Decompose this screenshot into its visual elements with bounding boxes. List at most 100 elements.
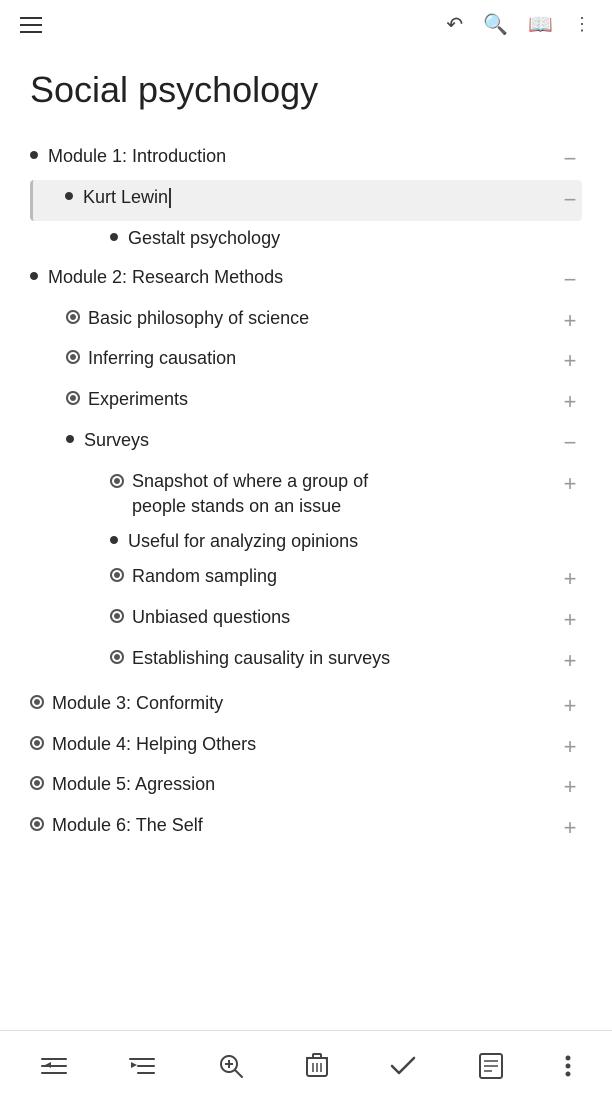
item-label: Module 5: Agression — [52, 772, 215, 797]
item-label: Gestalt psychology — [128, 226, 280, 251]
item-content: Snapshot of where a group ofpeople stand… — [110, 469, 550, 519]
main-content: Social psychology Module 1: Introduction… — [0, 49, 612, 1100]
toolbar-left — [20, 17, 42, 33]
list-item[interactable]: Module 3: Conformity + — [30, 686, 582, 727]
list-item[interactable]: Module 4: Helping Others + — [30, 727, 582, 768]
zoom-in-button[interactable] — [210, 1045, 252, 1087]
item-content: Establishing causality in surveys — [110, 646, 550, 671]
item-content: Module 2: Research Methods — [30, 265, 550, 290]
indent-left-button[interactable] — [33, 1047, 75, 1085]
collapse-button[interactable]: − — [558, 265, 582, 296]
more-icon[interactable]: ⋮ — [573, 14, 592, 35]
list-item[interactable]: Experiments + — [66, 382, 582, 423]
list-item[interactable]: Random sampling + — [110, 559, 582, 600]
bullet-dot-icon — [30, 272, 38, 280]
item-content: Gestalt psychology — [110, 226, 582, 251]
back-icon[interactable]: ↶ — [446, 12, 463, 37]
list-item[interactable]: Inferring causation + — [66, 341, 582, 382]
item-label: Module 1: Introduction — [48, 144, 226, 169]
item-content: Module 6: The Self — [30, 813, 550, 838]
bullet-dot-icon — [110, 536, 118, 544]
expand-button[interactable]: + — [558, 813, 582, 844]
bullet-circle-icon — [110, 474, 124, 488]
bullet-dot-icon — [66, 435, 74, 443]
item-content: Useful for analyzing opinions — [110, 529, 582, 554]
search-icon[interactable]: 🔍 — [483, 12, 508, 37]
bullet-circle-icon — [66, 391, 80, 405]
list-item[interactable]: Unbiased questions + — [110, 600, 582, 641]
expand-button[interactable]: + — [558, 387, 582, 418]
collapse-button[interactable]: − — [558, 144, 582, 175]
expand-button[interactable]: + — [558, 564, 582, 595]
list-item[interactable]: Module 5: Agression + — [30, 767, 582, 808]
expand-button[interactable]: + — [558, 346, 582, 377]
bullet-dot-icon — [30, 151, 38, 159]
list-item[interactable]: Module 6: The Self + — [30, 808, 582, 849]
text-cursor — [169, 188, 171, 208]
toolbar-right: ↶ 🔍 📖 ⋮ — [446, 12, 592, 37]
item-label: Module 3: Conformity — [52, 691, 223, 716]
list-item[interactable]: Module 2: Research Methods − — [30, 260, 582, 301]
more-options-button[interactable] — [557, 1046, 579, 1086]
item-content: Kurt Lewin — [65, 185, 550, 210]
list-item[interactable]: Gestalt psychology — [110, 221, 582, 256]
expand-button[interactable]: + — [558, 306, 582, 337]
book-icon[interactable]: 📖 — [528, 12, 553, 37]
note-button[interactable] — [471, 1045, 511, 1087]
list-item[interactable]: Module 1: Introduction − — [30, 139, 582, 180]
item-content: Random sampling — [110, 564, 550, 589]
collapse-button[interactable]: − — [558, 185, 582, 216]
expand-button[interactable]: + — [558, 469, 582, 500]
item-label: Snapshot of where a group ofpeople stand… — [132, 469, 368, 519]
bullet-dot-icon — [65, 192, 73, 200]
bullet-circle-icon — [30, 736, 44, 750]
list-item[interactable]: Useful for analyzing opinions — [110, 524, 582, 559]
item-label: Module 6: The Self — [52, 813, 203, 838]
indent-right-button[interactable] — [121, 1047, 163, 1085]
delete-button[interactable] — [298, 1045, 336, 1087]
item-content: Inferring causation — [66, 346, 550, 371]
list-item[interactable]: Basic philosophy of science + — [66, 301, 582, 342]
outline-list: Module 1: Introduction − Kurt Lewin − Ge… — [30, 139, 582, 849]
item-content: Module 3: Conformity — [30, 691, 550, 716]
item-label: Basic philosophy of science — [88, 306, 309, 331]
bullet-circle-icon — [110, 650, 124, 664]
expand-button[interactable]: + — [558, 605, 582, 636]
list-item[interactable]: Snapshot of where a group ofpeople stand… — [110, 464, 582, 524]
item-label: Inferring causation — [88, 346, 236, 371]
expand-button[interactable]: + — [558, 732, 582, 763]
check-button[interactable] — [382, 1047, 424, 1085]
top-toolbar: ↶ 🔍 📖 ⋮ — [0, 0, 612, 49]
page-title: Social psychology — [30, 69, 582, 111]
bottom-toolbar — [0, 1030, 612, 1100]
list-item[interactable]: Kurt Lewin − — [30, 180, 582, 221]
item-content: Module 5: Agression — [30, 772, 550, 797]
item-label: Module 4: Helping Others — [52, 732, 256, 757]
bullet-dot-icon — [110, 233, 118, 241]
item-label: Unbiased questions — [132, 605, 290, 630]
bullet-circle-icon — [110, 609, 124, 623]
list-item[interactable]: Establishing causality in surveys + — [110, 641, 582, 682]
collapse-button[interactable]: − — [558, 428, 582, 459]
bullet-circle-icon — [66, 350, 80, 364]
expand-button[interactable]: + — [558, 646, 582, 677]
expand-button[interactable]: + — [558, 691, 582, 722]
item-content: Module 4: Helping Others — [30, 732, 550, 757]
bullet-circle-icon — [66, 310, 80, 324]
item-label: Surveys — [84, 428, 149, 453]
item-label: Useful for analyzing opinions — [128, 529, 358, 554]
bullet-circle-icon — [30, 695, 44, 709]
item-label: Experiments — [88, 387, 188, 412]
item-label: Kurt Lewin — [83, 185, 171, 210]
menu-button[interactable] — [20, 17, 42, 33]
item-content: Surveys — [66, 428, 550, 453]
item-content: Experiments — [66, 387, 550, 412]
item-content: Unbiased questions — [110, 605, 550, 630]
list-item[interactable]: Surveys − — [66, 423, 582, 464]
item-content: Basic philosophy of science — [66, 306, 550, 331]
expand-button[interactable]: + — [558, 772, 582, 803]
item-label: Module 2: Research Methods — [48, 265, 283, 290]
bullet-circle-icon — [110, 568, 124, 582]
item-label: Random sampling — [132, 564, 277, 589]
item-content: Module 1: Introduction — [30, 144, 550, 169]
